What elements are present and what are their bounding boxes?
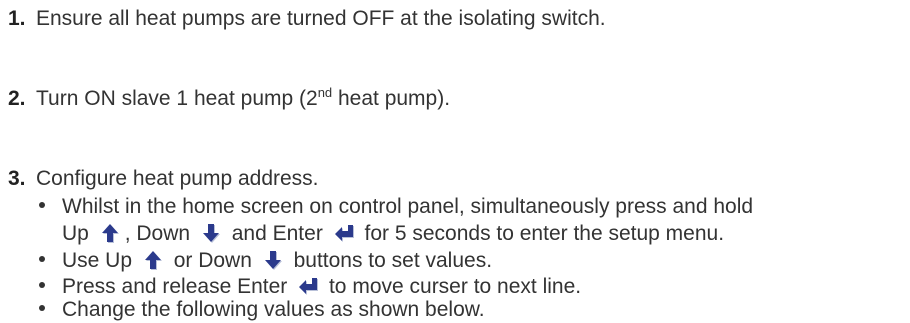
bullet-text: Change the following values as shown bel… [62,298,485,321]
down-arrow-icon [264,251,282,270]
bullet-dot [39,282,45,289]
bullet-dot [39,256,45,263]
enter-arrow-icon [334,225,354,242]
bullet-continuation: Up , Down and Enter for 5 seconds to ent… [62,221,724,247]
bullet-setup-instructions: Whilst in the home screen on control pan… [39,194,753,220]
up-label: Up [62,222,89,245]
bullet-text: Press and release Enter [62,275,288,298]
enter-arrow-icon [299,278,319,295]
bullet-text: or Down [167,249,252,272]
down-arrow-icon [202,224,220,243]
step-number: 3. [8,167,26,190]
bullet-text: buttons to set values. [287,249,493,272]
bullet-set-values: Use Up or Down buttons to set values. [39,248,492,274]
bullet-dot [39,202,45,209]
step-text-after: heat pump). [332,87,451,110]
bullet-text: Whilst in the home screen on control pan… [62,195,754,218]
enter-label: and Enter [225,222,323,245]
step-text: Ensure all heat pumps are turned OFF at … [36,7,606,30]
bullet-change-values: Change the following values as shown bel… [39,297,485,323]
step-3: 3. Configure heat pump address. [0,166,319,192]
ordinal-suffix: nd [317,85,333,100]
bullet-text: to move curser to next line. [323,275,582,298]
step-text-before: Turn ON slave 1 heat pump (2 [36,87,318,110]
step-number: 2. [8,87,26,110]
bullet-dot [39,305,45,312]
step-1: 1. Ensure all heat pumps are turned OFF a… [0,6,606,32]
down-label: , Down [124,222,191,245]
up-arrow-icon [144,251,162,270]
bullet-text-end: for 5 seconds to enter the setup menu. [358,222,725,245]
bullet-text: Use Up [62,249,133,272]
step-text: Configure heat pump address. [36,167,319,190]
step-number: 1. [8,7,26,30]
step-2: 2. Turn ON slave 1 heat pump (2nd heat pu… [0,86,450,112]
up-arrow-icon [101,224,119,243]
